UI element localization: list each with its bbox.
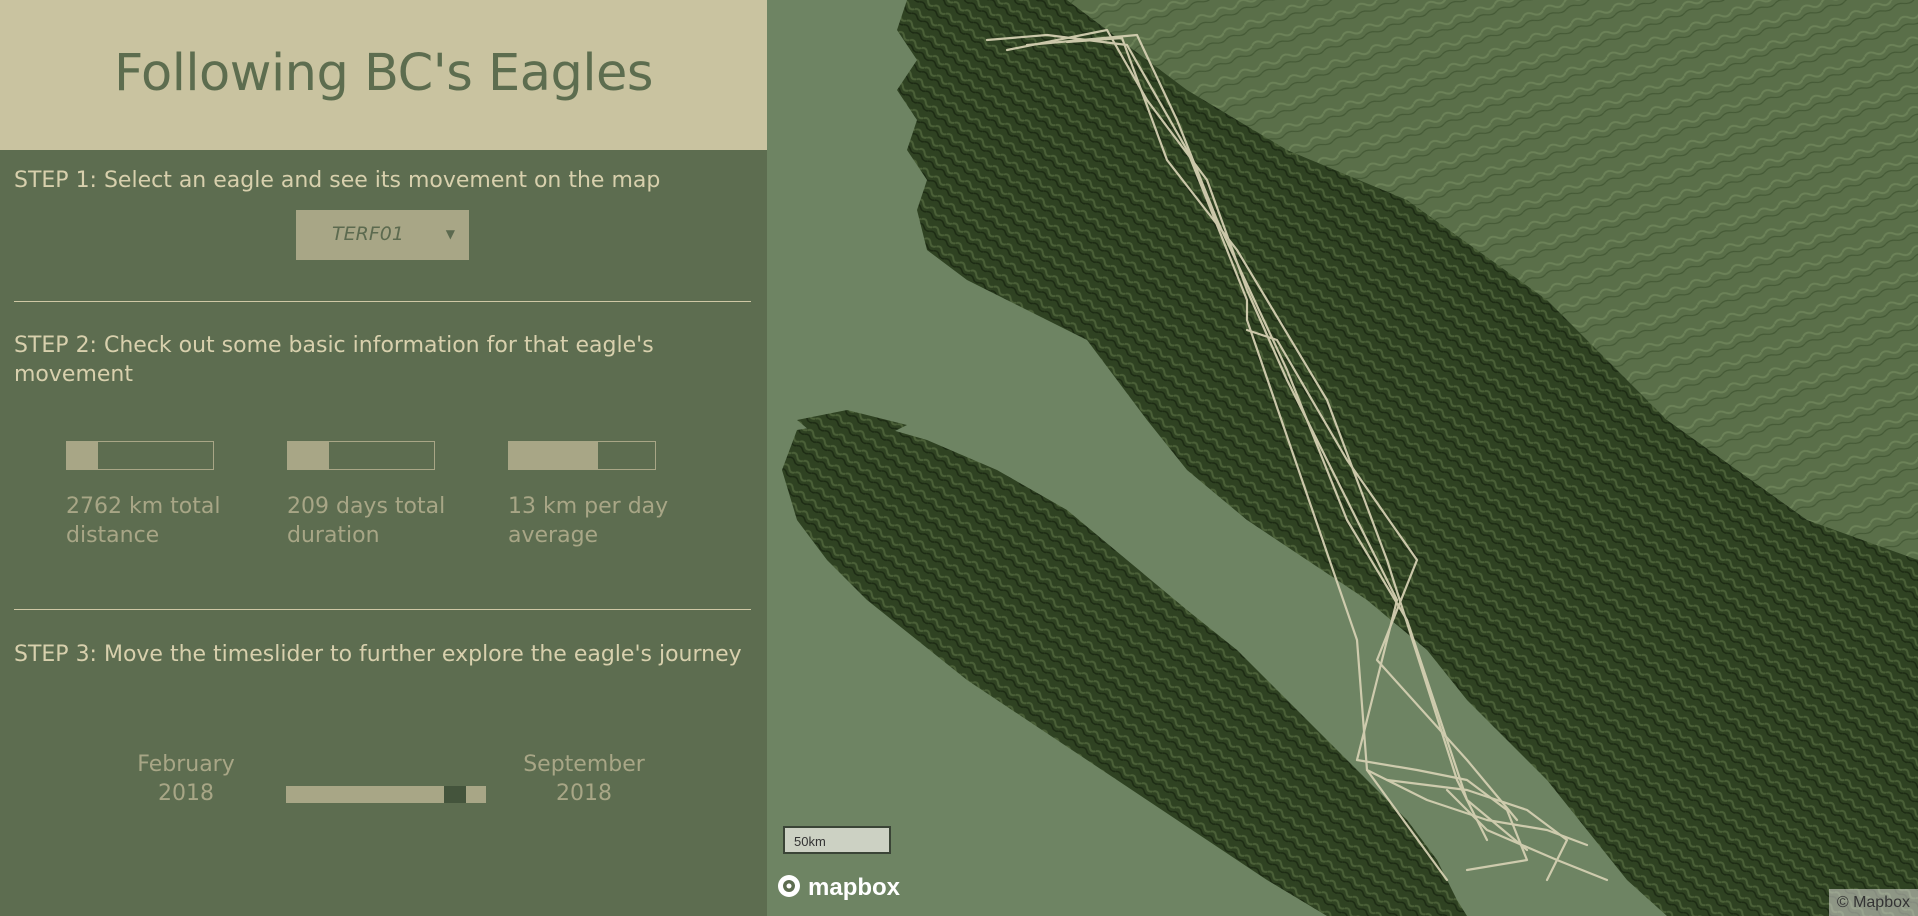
map-attribution[interactable]: © Mapbox bbox=[1828, 889, 1918, 916]
chevron-down-icon: ▼ bbox=[445, 227, 455, 241]
mapbox-logo-text: mapbox bbox=[808, 874, 901, 901]
eagle-select-value: TERF01 bbox=[332, 223, 404, 245]
timeslider-start-label: February 2018 bbox=[137, 752, 235, 806]
duration-label: 209 days total duration bbox=[287, 494, 446, 548]
duration-bar bbox=[287, 441, 435, 470]
header: Following BC's Eagles bbox=[0, 0, 767, 150]
timeslider-end-label: September 2018 bbox=[523, 752, 645, 806]
step-3-heading: STEP 3: Move the timeslider to further e… bbox=[14, 642, 742, 667]
map[interactable]: 50km mapbox © Mapbox bbox=[767, 0, 1918, 916]
mapbox-logo-icon bbox=[778, 875, 800, 897]
distance-bar bbox=[66, 441, 214, 470]
map-scale-bar: 50km bbox=[783, 826, 891, 854]
step-2-heading: STEP 2: Check out some basic information… bbox=[14, 333, 654, 387]
speed-bar bbox=[508, 441, 656, 470]
duration-bar-fill bbox=[288, 442, 329, 469]
time-slider-thumb[interactable] bbox=[444, 786, 467, 803]
sidebar: Following BC's Eagles STEP 1: Select an … bbox=[0, 0, 767, 916]
map-canvas[interactable] bbox=[767, 0, 1918, 916]
step-1-heading: STEP 1: Select an eagle and see its move… bbox=[14, 168, 661, 193]
page-title: Following BC's Eagles bbox=[113, 44, 654, 103]
distance-bar-fill bbox=[67, 442, 98, 469]
map-scale-label: 50km bbox=[794, 834, 826, 849]
distance-label: 2762 km total distance bbox=[66, 494, 221, 548]
eagle-select-dropdown[interactable]: TERF01 ▼ bbox=[296, 210, 469, 260]
time-slider[interactable] bbox=[286, 786, 486, 803]
speed-label: 13 km per day average bbox=[508, 494, 669, 548]
divider bbox=[14, 609, 751, 610]
divider bbox=[14, 301, 751, 302]
speed-bar-fill bbox=[509, 442, 599, 469]
